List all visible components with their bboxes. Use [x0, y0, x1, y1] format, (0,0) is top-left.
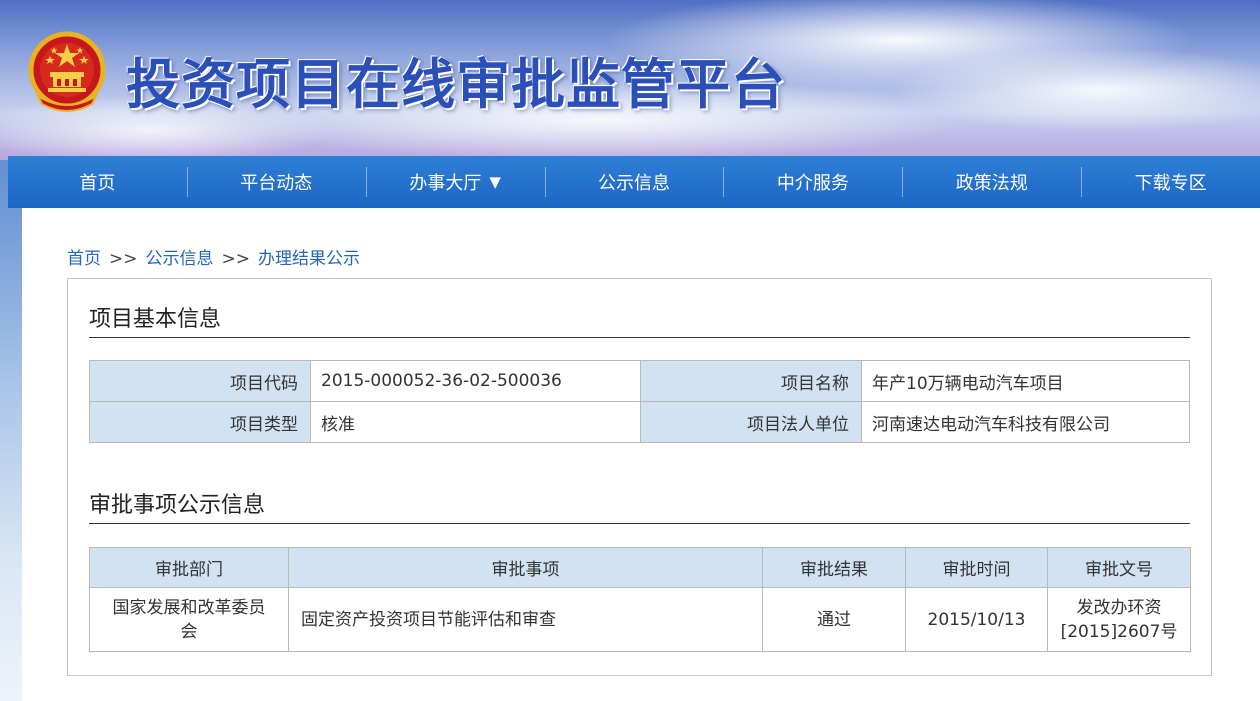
cell-department: 国家发展和改革委员会: [89, 587, 289, 652]
project-info-title: 项目基本信息: [89, 301, 1190, 338]
main-nav: 首页 平台动态 办事大厅 ▼ 公示信息 中介服务 政策法规 下载专区: [8, 156, 1260, 208]
nav-item-home[interactable]: 首页: [8, 156, 187, 208]
table-row: 项目类型 核准 项目法人单位 河南速达电动汽车科技有限公司: [89, 401, 1190, 443]
col-header-department: 审批部门: [89, 547, 289, 588]
col-header-item: 审批事项: [288, 547, 763, 588]
nav-item-label: 下载专区: [1134, 173, 1207, 194]
breadcrumb-link-results[interactable]: 办理结果公示: [258, 249, 360, 269]
breadcrumb-separator: >>: [221, 249, 251, 269]
department-line: 国家发展和改革委员: [112, 597, 266, 618]
nav-item-label: 首页: [79, 173, 116, 194]
nav-item-label: 平台动态: [240, 173, 313, 194]
breadcrumb-separator: >>: [109, 249, 138, 269]
label-project-name: 项目名称: [640, 360, 862, 402]
col-header-date: 审批时间: [905, 547, 1048, 588]
nav-item-policy[interactable]: 政策法规: [902, 156, 1081, 208]
national-emblem-icon: [28, 31, 106, 112]
nav-item-label: 政策法规: [955, 173, 1028, 194]
table-row: 国家发展和改革委员会 固定资产投资项目节能评估和审查 通过 2015/10/13…: [89, 587, 1191, 652]
nav-item-label: 中介服务: [776, 173, 849, 194]
col-header-result: 审批结果: [762, 547, 906, 588]
value-project-name: 年产10万辆电动汽车项目: [861, 360, 1190, 402]
cell-date: 2015/10/13: [905, 587, 1048, 652]
site-title: 投资项目在线审批监管平台: [126, 53, 786, 116]
nav-item-agency[interactable]: 中介服务: [723, 156, 902, 208]
doc-number-line: [2015]2607号: [1060, 621, 1178, 642]
label-project-type: 项目类型: [89, 401, 311, 443]
table-row: 项目代码 2015-000052-36-02-500036 项目名称 年产10万…: [89, 360, 1190, 402]
approval-table: 审批部门 审批事项 审批结果 审批时间 审批文号 国家发展和改革委员会 固定资产…: [89, 547, 1191, 652]
label-project-code: 项目代码: [89, 360, 311, 402]
dropdown-arrow-icon: ▼: [489, 173, 501, 191]
table-header-row: 审批部门 审批事项 审批结果 审批时间 审批文号: [89, 547, 1191, 588]
department-line: 会: [180, 621, 198, 642]
nav-item-label: 办事大厅: [409, 173, 482, 194]
value-project-code: 2015-000052-36-02-500036: [310, 360, 641, 402]
value-project-type: 核准: [310, 401, 641, 443]
header-banner: 投资项目在线审批监管平台: [0, 0, 1260, 160]
cell-item: 固定资产投资项目节能评估和审查: [288, 587, 763, 652]
content-panel: 首页 >> 公示信息 >> 办理结果公示 项目基本信息 项目代码 2015-000052…: [22, 208, 1260, 701]
nav-item-news[interactable]: 平台动态: [186, 156, 366, 208]
breadcrumb: 首页 >> 公示信息 >> 办理结果公示: [67, 244, 360, 269]
project-info-table: 项目代码 2015-000052-36-02-500036 项目名称 年产10万…: [89, 360, 1190, 443]
detail-box: 项目基本信息 项目代码 2015-000052-36-02-500036 项目名…: [67, 278, 1212, 676]
cell-result: 通过: [762, 587, 906, 652]
nav-item-publicity[interactable]: 公示信息: [544, 156, 724, 208]
breadcrumb-link-home[interactable]: 首页: [67, 249, 101, 269]
nav-item-label: 公示信息: [598, 173, 670, 194]
approval-info-title: 审批事项公示信息: [89, 487, 1190, 524]
cell-doc-number: 发改办环资 [2015]2607号: [1047, 587, 1191, 652]
doc-number-line: 发改办环资: [1076, 597, 1162, 618]
nav-item-download[interactable]: 下载专区: [1081, 156, 1260, 208]
label-legal-entity: 项目法人单位: [640, 401, 862, 443]
col-header-doc-number: 审批文号: [1047, 547, 1191, 588]
breadcrumb-link-publicity[interactable]: 公示信息: [146, 249, 214, 269]
nav-item-hall[interactable]: 办事大厅 ▼: [365, 156, 545, 208]
value-legal-entity: 河南速达电动汽车科技有限公司: [861, 401, 1190, 443]
